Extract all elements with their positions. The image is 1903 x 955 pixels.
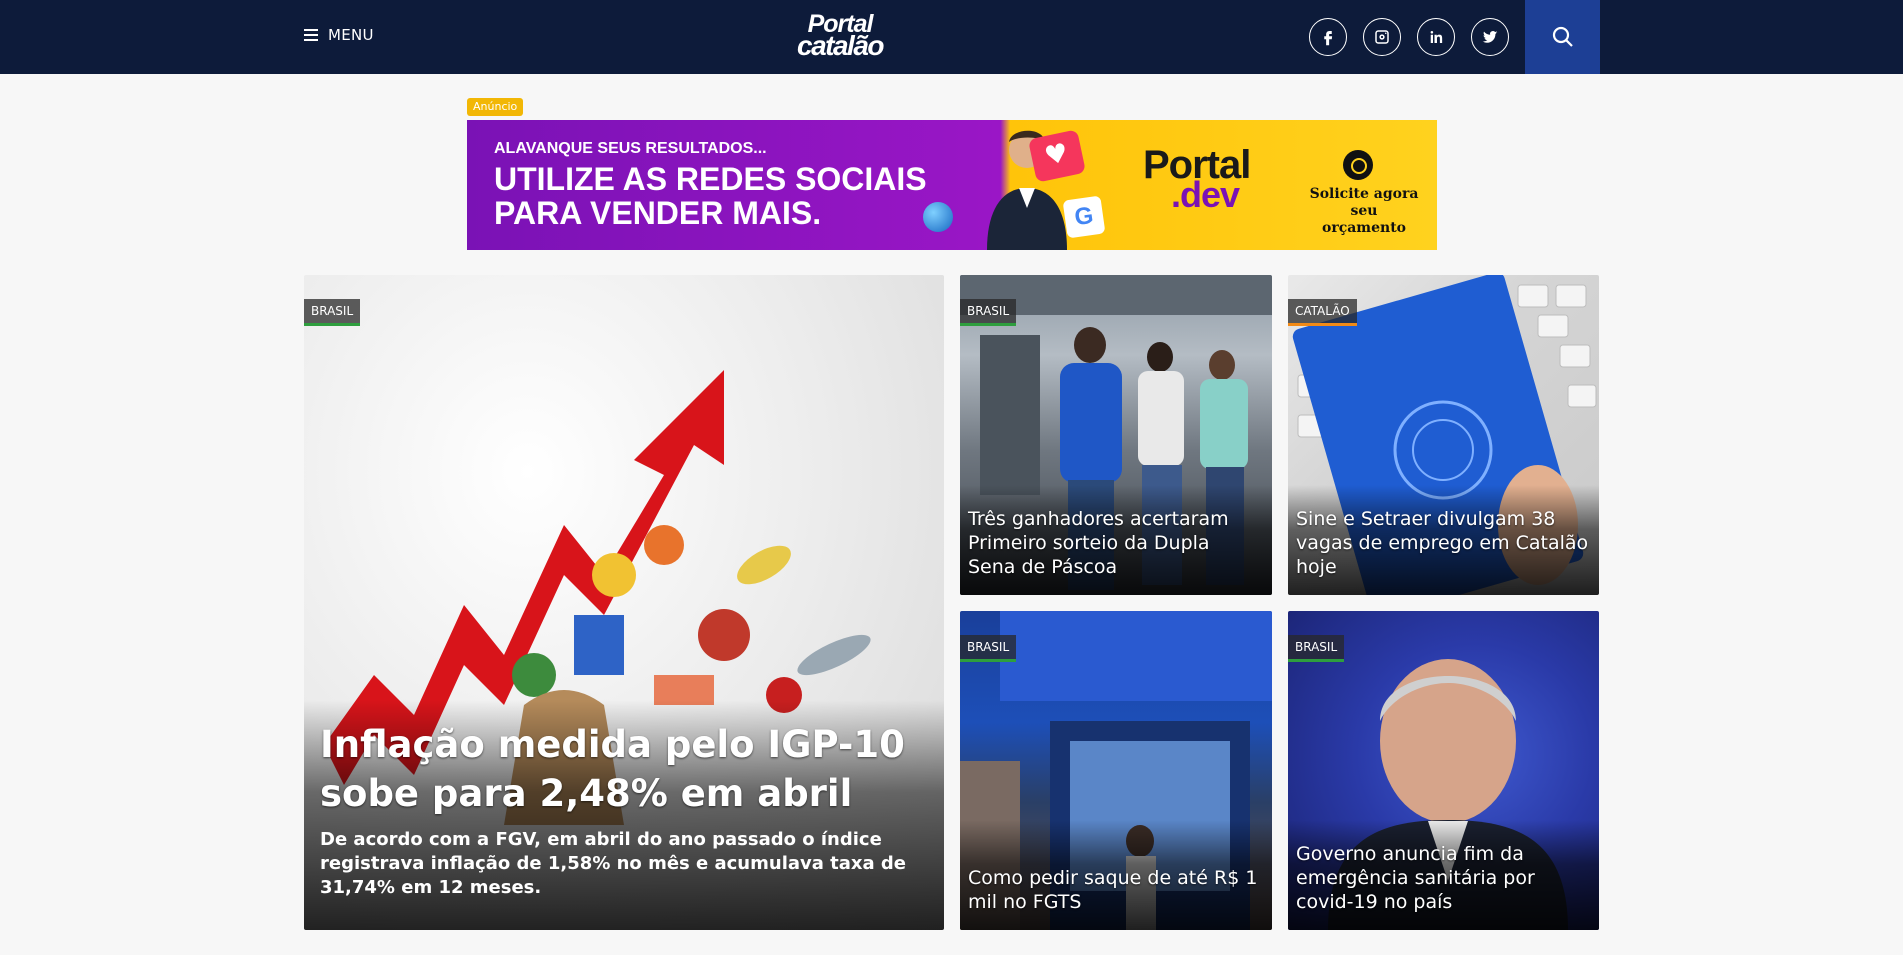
site-logo[interactable]: Portal catalão — [781, 12, 899, 62]
linkedin-button[interactable] — [1417, 18, 1455, 56]
globe-icon — [923, 202, 953, 232]
menu-button[interactable]: MENU — [304, 26, 374, 44]
linkedin-icon — [1430, 31, 1443, 43]
twitter-button[interactable] — [1471, 18, 1509, 56]
facebook-icon — [1324, 31, 1333, 46]
news-card[interactable]: CATALÃO Sine e Setraer divulgam 38 vagas… — [1288, 275, 1599, 595]
ad-label: Anúncio — [467, 98, 524, 116]
news-card[interactable]: BRASIL Três ganhadores acertaram Primeir… — [960, 275, 1272, 595]
category-tag[interactable]: BRASIL — [960, 299, 1017, 326]
google-icon: G — [1062, 195, 1106, 239]
ad-cta: Solicite agora seu orçamento — [1309, 186, 1419, 236]
ad-banner[interactable]: ALAVANQUE SEUS RESULTADOS... UTILIZE AS … — [467, 120, 1437, 250]
news-title[interactable]: Sine e Setraer divulgam 38 vagas de empr… — [1296, 507, 1589, 579]
instagram-button[interactable] — [1363, 18, 1401, 56]
category-tag[interactable]: CATALÃO — [1288, 299, 1357, 326]
heart-icon — [1027, 129, 1087, 183]
top-navbar: MENU Portal catalão — [0, 0, 1903, 74]
search-button[interactable] — [1525, 0, 1600, 74]
instagram-icon — [1375, 30, 1389, 44]
search-icon — [1552, 26, 1573, 47]
ad-pretitle: ALAVANQUE SEUS RESULTADOS... — [494, 140, 767, 157]
twitter-icon — [1482, 31, 1498, 43]
news-card[interactable]: BRASIL Governo anuncia fim da emergência… — [1288, 611, 1599, 930]
whatsapp-icon — [1343, 150, 1373, 180]
featured-title[interactable]: Inflação medida pelo IGP-10 sobe para 2,… — [320, 720, 934, 818]
logo-line2: catalão — [797, 30, 885, 61]
news-title[interactable]: Como pedir saque de até R$ 1 mil no FGTS — [968, 866, 1262, 914]
news-title[interactable]: Governo anuncia fim da emergência sanitá… — [1296, 842, 1589, 914]
news-title[interactable]: Três ganhadores acertaram Primeiro sorte… — [968, 507, 1262, 579]
category-tag[interactable]: BRASIL — [304, 299, 361, 326]
ad-brand: Portal .dev — [1143, 145, 1263, 213]
category-tag[interactable]: BRASIL — [960, 635, 1017, 662]
category-tag[interactable]: BRASIL — [1288, 635, 1345, 662]
facebook-button[interactable] — [1309, 18, 1347, 56]
featured-news-card[interactable]: BRASIL Inflação medida pelo IGP-10 sobe … — [304, 275, 944, 930]
hamburger-icon — [304, 29, 318, 41]
featured-summary: De acordo com a FGV, em abril do ano pas… — [320, 829, 907, 898]
menu-label: MENU — [328, 26, 374, 44]
news-card[interactable]: BRASIL Como pedir saque de até R$ 1 mil … — [960, 611, 1272, 930]
